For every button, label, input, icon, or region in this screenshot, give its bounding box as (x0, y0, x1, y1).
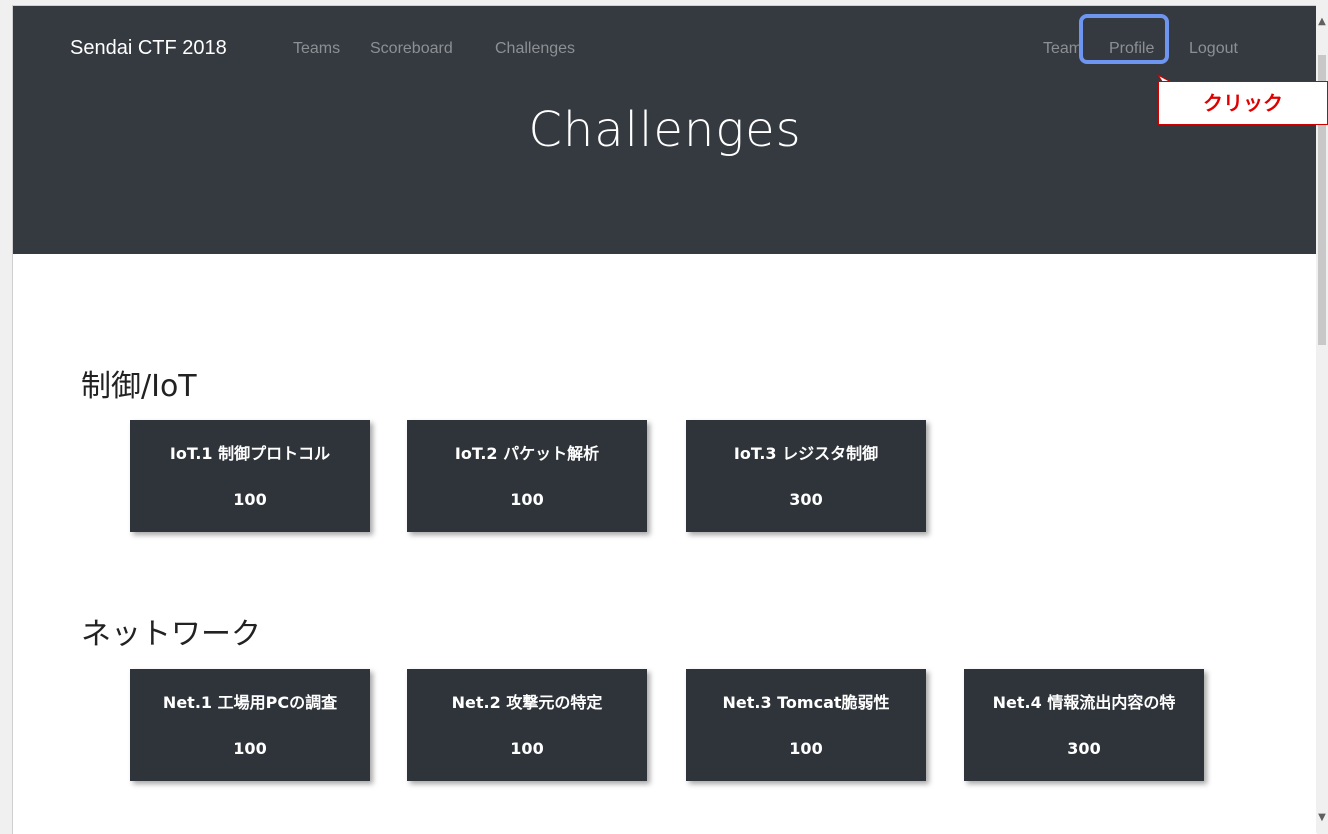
challenge-card[interactable]: Net.3 Tomcat脆弱性 100 (686, 669, 926, 781)
challenge-points: 300 (789, 490, 823, 509)
challenge-points: 300 (1067, 739, 1101, 758)
nav-scoreboard-link[interactable]: Scoreboard (370, 40, 453, 58)
click-callout: クリック (1158, 81, 1328, 125)
scroll-up-arrow-icon[interactable]: ▲ (1316, 15, 1328, 29)
challenge-name: Net.2 攻撃元の特定 (451, 693, 603, 712)
challenge-card[interactable]: IoT.1 制御プロトコル 100 (130, 420, 370, 532)
challenge-name: IoT.1 制御プロトコル (169, 444, 331, 463)
challenge-points: 100 (510, 739, 544, 758)
challenge-points: 100 (233, 490, 267, 509)
challenge-points: 100 (233, 739, 267, 758)
section-heading-network: ネットワーク (81, 617, 261, 652)
profile-highlight-box (1079, 14, 1169, 64)
browser-viewport: Sendai CTF 2018 Teams Scoreboard Challen… (12, 5, 1317, 834)
challenge-card[interactable]: Net.2 攻撃元の特定 100 (407, 669, 647, 781)
section-heading-iot: 制御/IoT (81, 369, 197, 404)
challenge-name: Net.4 情報流出内容の特 (992, 693, 1176, 712)
nav-challenges-link[interactable]: Challenges (495, 40, 575, 58)
challenge-card[interactable]: IoT.3 レジスタ制御 300 (686, 420, 926, 532)
page-title: Challenges (528, 102, 802, 158)
challenge-card[interactable]: Net.1 工場用PCの調査 100 (130, 669, 370, 781)
challenge-name: Net.1 工場用PCの調査 (162, 693, 338, 712)
challenge-card[interactable]: IoT.2 パケット解析 100 (407, 420, 647, 532)
scroll-down-arrow-icon[interactable]: ▼ (1316, 811, 1328, 825)
challenge-name: IoT.3 レジスタ制御 (733, 444, 879, 463)
challenge-name: IoT.2 パケット解析 (454, 444, 600, 463)
nav-team-link[interactable]: Team (1043, 40, 1082, 58)
challenge-name: Net.3 Tomcat脆弱性 (722, 693, 890, 712)
challenge-points: 100 (510, 490, 544, 509)
nav-teams-link[interactable]: Teams (293, 40, 340, 58)
nav-logout-link[interactable]: Logout (1189, 40, 1238, 58)
challenge-points: 100 (789, 739, 823, 758)
vertical-scrollbar[interactable]: ▲ ▼ (1316, 5, 1328, 833)
challenge-card[interactable]: Net.4 情報流出内容の特 300 (964, 669, 1204, 781)
brand-link[interactable]: Sendai CTF 2018 (70, 37, 227, 60)
